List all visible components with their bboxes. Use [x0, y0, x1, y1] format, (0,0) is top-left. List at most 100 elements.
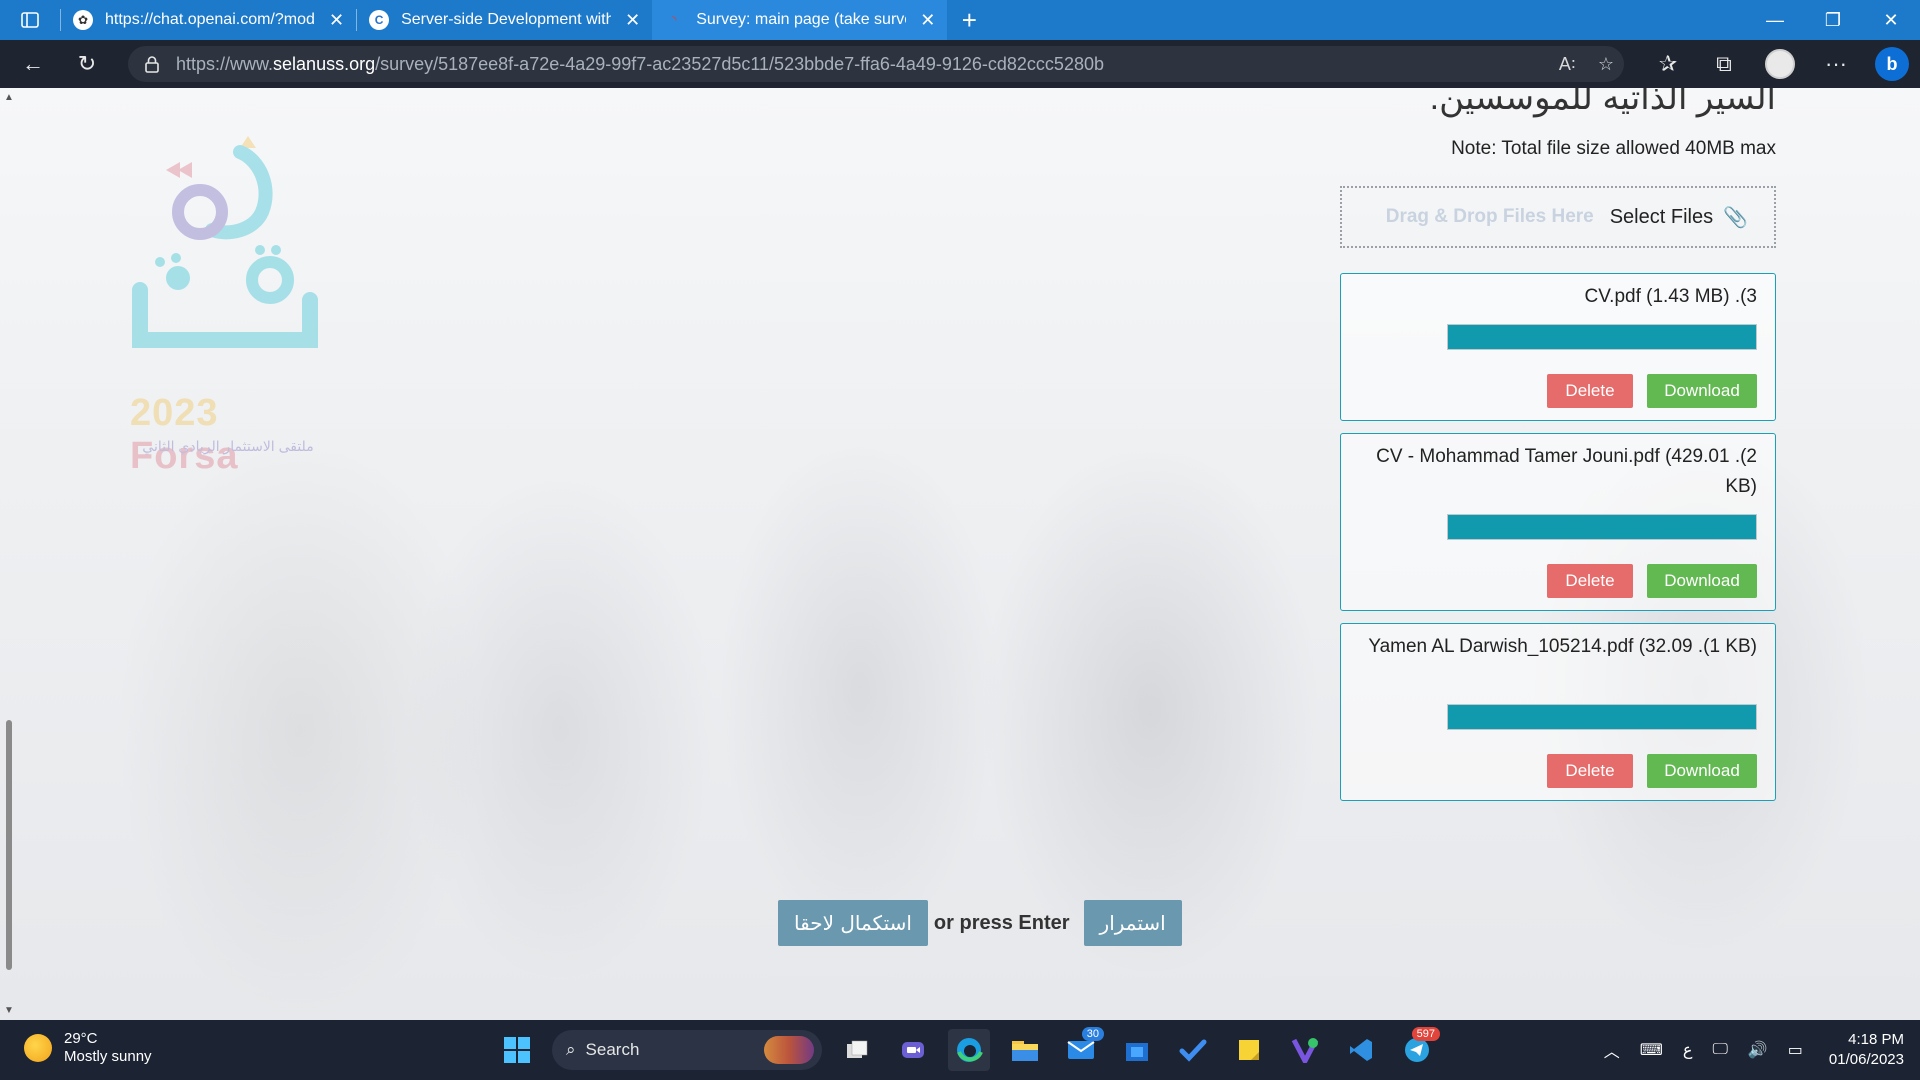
chevron-up-icon[interactable]: ︿	[1604, 1038, 1620, 1062]
refresh-icon[interactable]: ↻	[60, 40, 114, 88]
add-favorite-icon[interactable]: ☆	[1598, 54, 1614, 75]
lock-icon[interactable]	[128, 55, 176, 73]
delete-file-button[interactable]: Delete	[1547, 754, 1633, 788]
teams-chat-icon[interactable]	[892, 1029, 934, 1071]
telegram-badge: 597	[1411, 1027, 1440, 1041]
browser-toolbar: ← ↻ https://www.selanuss.org/survey/5187…	[0, 40, 1920, 88]
upload-progress-bar	[1447, 514, 1757, 540]
logo-tagline: ملتقى الاستثمار الريادي الثاني	[142, 438, 314, 454]
taskbar-search[interactable]: ⌕ Search	[552, 1030, 822, 1070]
vscode-icon[interactable]	[1340, 1029, 1382, 1071]
tab-survey[interactable]: ◝ Survey: main page (take survey) | Sel …	[652, 0, 948, 40]
address-bar[interactable]: https://www.selanuss.org/survey/5187ee8f…	[128, 46, 1624, 82]
openai-icon: ✿	[73, 10, 93, 30]
windows-taskbar: 29°C Mostly sunny ⌕ Search 30 597 ︿ ⌨ ع …	[0, 1020, 1920, 1080]
upload-progress-fill	[1448, 515, 1756, 539]
upload-progress-fill	[1448, 325, 1756, 349]
profile-avatar[interactable]	[1752, 40, 1808, 88]
url-text[interactable]: https://www.selanuss.org/survey/5187ee8f…	[176, 54, 1104, 75]
restore-icon[interactable]: ❐	[1804, 0, 1862, 40]
forsa-logo: 2023 Forsa ملتقى الاستثمار الريادي الثان…	[120, 130, 330, 477]
windows-start-icon[interactable]	[496, 1029, 538, 1071]
tab-chatgpt[interactable]: ✿ https://chat.openai.com/?model= ✕	[61, 0, 356, 40]
close-icon[interactable]: ✕	[625, 10, 640, 31]
battery-icon[interactable]: ▭	[1788, 1040, 1803, 1060]
continue-button[interactable]: استمرار	[1083, 900, 1182, 946]
microsoft-store-icon[interactable]	[1116, 1029, 1158, 1071]
weather-widget[interactable]: 29°C Mostly sunny	[24, 1030, 152, 1066]
close-window-icon[interactable]: ✕	[1862, 0, 1920, 40]
back-icon[interactable]: ←	[6, 40, 60, 88]
delete-file-button[interactable]: Delete	[1547, 564, 1633, 598]
input-language[interactable]: ع	[1683, 1040, 1693, 1060]
search-highlight-image	[764, 1036, 814, 1064]
survey-actions: استكمال لاحقا or press Enter استمرار	[778, 900, 1182, 946]
dropzone-hint: Drag & Drop Files Here	[1385, 206, 1594, 227]
logo-year: 2023	[130, 392, 219, 434]
scroll-thumb[interactable]	[6, 720, 12, 970]
mail-icon[interactable]: 30	[1060, 1027, 1104, 1071]
tab-actions-icon[interactable]	[0, 0, 60, 40]
question-heading: السير الذاتيه للموسسين.	[1429, 88, 1776, 117]
url-prefix: https://www.	[176, 53, 274, 74]
url-domain: selanuss.org	[273, 53, 376, 74]
logo-latin-text: 2023 Forsa	[130, 392, 330, 478]
file-name: CV - Mohammad Tamer Jouni.pdf (429.01 .(…	[1376, 446, 1757, 497]
volume-icon[interactable]: 🔊	[1748, 1040, 1768, 1060]
new-tab-button[interactable]: +	[947, 0, 991, 40]
keyboard-icon[interactable]: ⌨	[1640, 1040, 1663, 1060]
more-icon[interactable]: ···	[1808, 40, 1864, 88]
download-file-button[interactable]: Download	[1647, 564, 1757, 598]
taskbar-search-label: Search	[585, 1040, 640, 1059]
mail-badge: 30	[1081, 1027, 1104, 1041]
network-icon[interactable]: 🖵	[1712, 1041, 1727, 1059]
upload-progress-bar	[1447, 704, 1757, 730]
toolbar-right: ✰ ⧉ ··· b	[1640, 40, 1920, 88]
download-file-button[interactable]: Download	[1647, 754, 1757, 788]
save-later-button[interactable]: استكمال لاحقا	[778, 900, 928, 946]
close-icon[interactable]: ✕	[329, 10, 344, 31]
uploaded-file-card: CV - Mohammad Tamer Jouni.pdf (429.01 .(…	[1340, 433, 1776, 611]
sticky-notes-icon[interactable]	[1228, 1029, 1270, 1071]
selanuss-icon: ◝	[671, 13, 677, 27]
minimize-icon[interactable]: —	[1746, 0, 1804, 40]
weather-desc: Mostly sunny	[64, 1048, 152, 1065]
bing-copilot-icon[interactable]: b	[1864, 40, 1920, 88]
upload-progress-bar	[1447, 324, 1757, 350]
collections-icon[interactable]: ⧉	[1696, 40, 1752, 88]
clock-date: 01/06/2023	[1828, 1051, 1904, 1068]
telegram-icon[interactable]: 597	[1396, 1027, 1440, 1071]
bing-icon: b	[1875, 47, 1909, 81]
upload-progress-fill	[1448, 705, 1756, 729]
search-icon: ⌕	[566, 1040, 576, 1059]
scrollbar[interactable]: ▲ ▼	[0, 88, 20, 1020]
favorites-icon[interactable]: ✰	[1640, 40, 1696, 88]
edge-browser-icon[interactable]	[948, 1029, 990, 1071]
press-enter-hint: or press Enter	[933, 911, 1070, 934]
task-view-icon[interactable]	[836, 1029, 878, 1071]
browser-titlebar: ✿ https://chat.openai.com/?model= ✕ C Se…	[0, 0, 1920, 40]
paperclip-icon[interactable]: 📎	[1723, 205, 1748, 230]
clock[interactable]: 4:18 PM 01/06/2023	[1829, 1030, 1904, 1070]
scroll-up-icon[interactable]: ▲	[4, 92, 14, 103]
forsa-logo-graphic	[132, 136, 318, 348]
partly-sunny-icon	[24, 1034, 52, 1062]
taskbar-apps: ⌕ Search 30 597	[496, 1026, 1440, 1074]
todo-check-icon[interactable]	[1172, 1029, 1214, 1071]
page-viewport: ▲ ▼ 2023 Forsa ملتقى الاستثمار الريادي ا…	[0, 88, 1920, 1020]
uploaded-file-card: Yamen AL Darwish_105214.pdf (32.09 .(1 K…	[1340, 623, 1776, 801]
file-explorer-icon[interactable]	[1004, 1029, 1046, 1071]
vpn-shield-icon[interactable]	[1284, 1029, 1326, 1071]
file-size-note: Note: Total file size allowed 40MB max	[1451, 138, 1776, 159]
delete-file-button[interactable]: Delete	[1547, 374, 1633, 408]
select-files-button[interactable]: Select Files	[1610, 206, 1713, 229]
close-icon[interactable]: ✕	[920, 10, 935, 31]
scroll-down-icon[interactable]: ▼	[4, 1005, 14, 1016]
read-aloud-icon[interactable]: A꞉	[1559, 54, 1576, 75]
file-dropzone[interactable]: Drag & Drop Files Here Select Files 📎	[1340, 186, 1776, 248]
coursera-icon: C	[369, 10, 390, 30]
weather-temp: 29°C	[64, 1030, 98, 1047]
window-controls: — ❐ ✕	[1746, 0, 1920, 40]
tab-coursera[interactable]: C Server-side Development with NodeJS ✕	[357, 0, 652, 40]
download-file-button[interactable]: Download	[1647, 374, 1757, 408]
